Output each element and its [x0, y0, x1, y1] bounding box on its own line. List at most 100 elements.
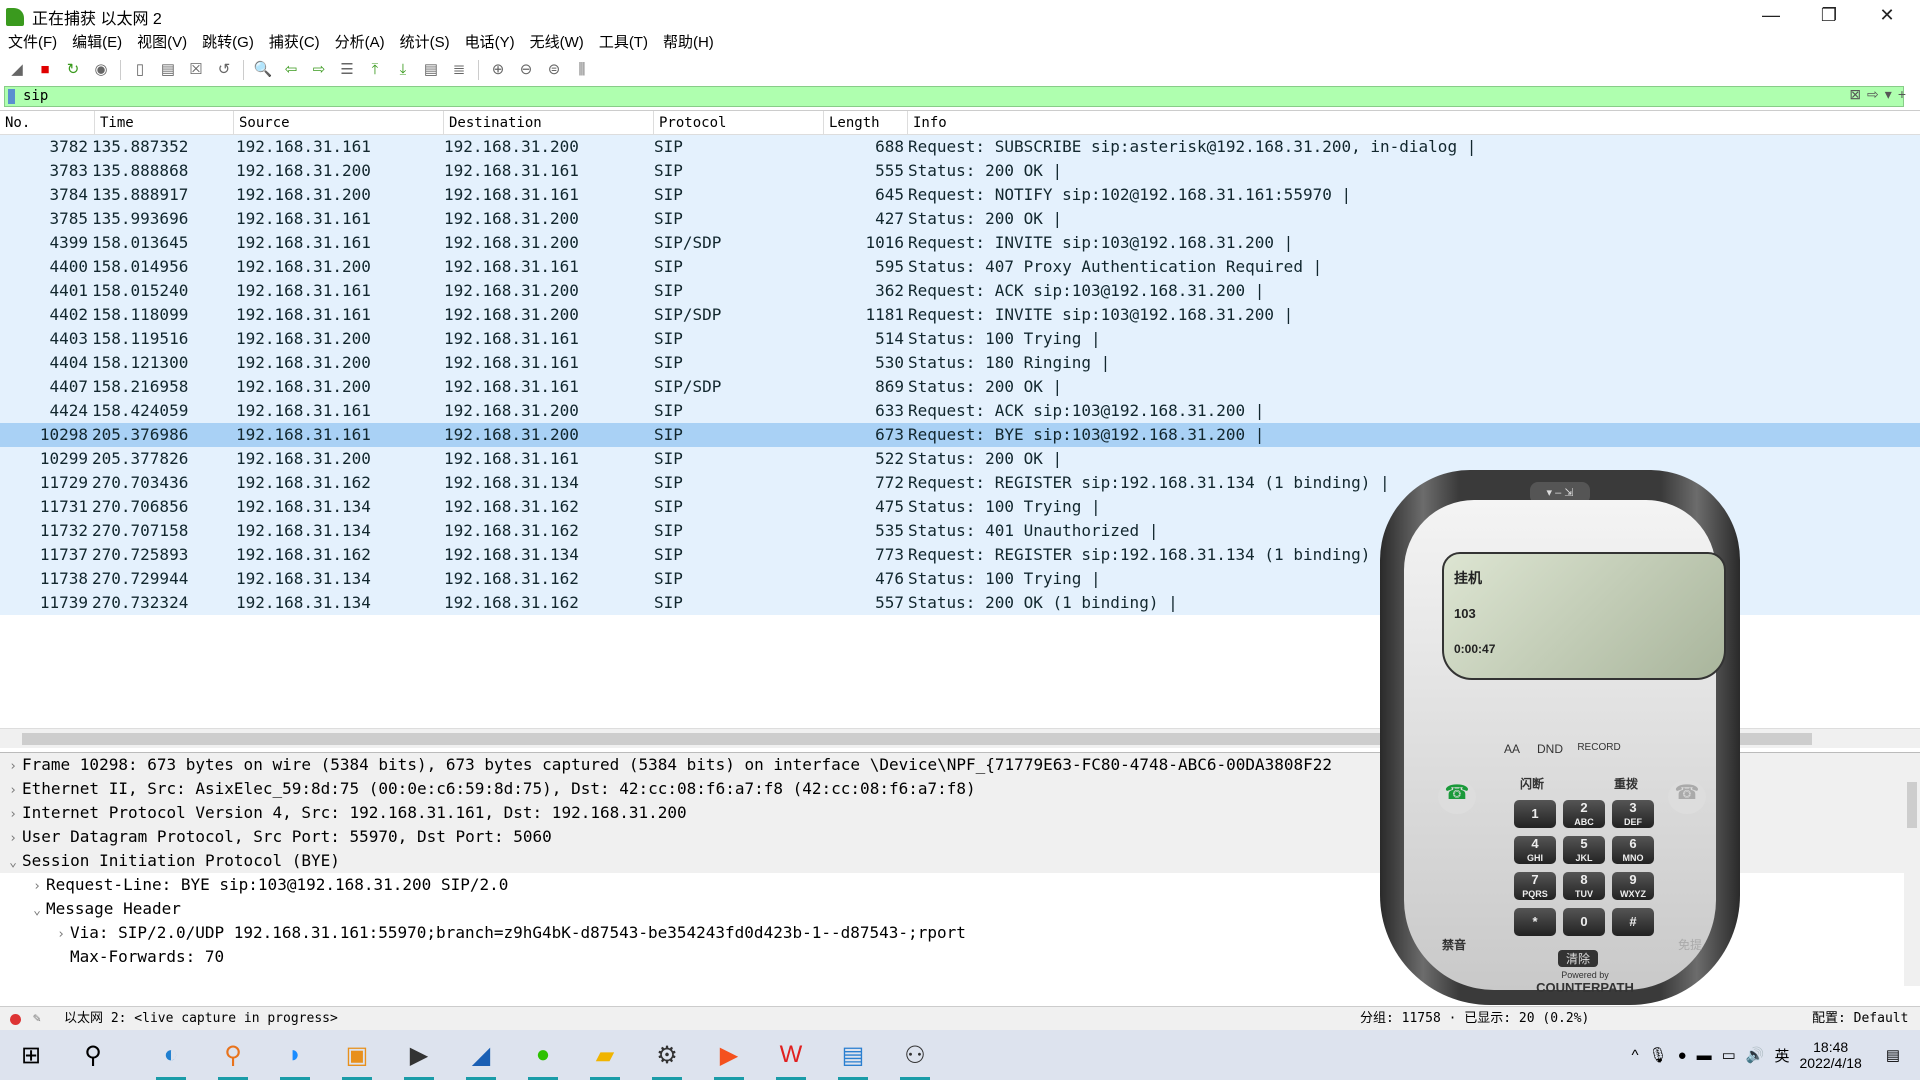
packet-row[interactable]: 4400 158.014956 192.168.31.200 192.168.31.1… [0, 255, 1920, 279]
bookmark-icon[interactable] [8, 89, 15, 104]
dial-key[interactable]: 3 DEF [1612, 800, 1654, 828]
auto-answer-button[interactable]: AA [1498, 742, 1526, 756]
volume-icon[interactable]: 🔊 [1746, 1046, 1765, 1064]
menu-item[interactable]: 电话(Y) [457, 32, 522, 54]
hangup-button[interactable]: ☎ [1668, 780, 1706, 814]
mute-button[interactable]: 禁音 [1434, 936, 1474, 953]
menu-item[interactable]: 文件(F) [0, 32, 64, 54]
packet-row[interactable]: 10298 205.376986 192.168.31.161 192.168.31.… [0, 423, 1920, 447]
qq-icon[interactable]: ● [1678, 1047, 1687, 1064]
last-packet-icon[interactable]: ⤓ [392, 58, 414, 80]
display-filter-input[interactable]: sip [4, 86, 1904, 107]
explorer-icon[interactable]: ▰ [580, 1030, 630, 1080]
first-packet-icon[interactable]: ⤒ [364, 58, 386, 80]
flash-button[interactable]: 闪断 [1510, 775, 1554, 792]
go-back-icon[interactable]: ⇦ [280, 58, 302, 80]
column-destination[interactable]: Destination [444, 111, 654, 134]
clear-filter-icon[interactable]: ⊠ [1849, 86, 1861, 103]
search-app-icon[interactable]: ⚲ [208, 1030, 258, 1080]
start-icon[interactable]: ⊞ [6, 1030, 56, 1080]
menu-item[interactable]: 分析(A) [327, 32, 392, 54]
ime-indicator[interactable]: 英 [1775, 1045, 1790, 1066]
clear-button[interactable]: 清除 [1558, 950, 1598, 967]
save-file-icon[interactable]: ▤ [157, 58, 179, 80]
autoscroll-icon[interactable]: ▤ [420, 58, 442, 80]
dial-key[interactable]: # [1612, 908, 1654, 936]
microphone-icon[interactable]: 🎙 [1649, 1046, 1668, 1064]
packet-row[interactable]: 4402 158.118099 192.168.31.161 192.168.31.2… [0, 303, 1920, 327]
dial-key[interactable]: 6 MNO [1612, 836, 1654, 864]
chevron-right-icon[interactable]: › [28, 875, 46, 899]
menu-item[interactable]: 帮助(H) [655, 32, 721, 54]
restart-capture-icon[interactable]: ↻ [62, 58, 84, 80]
menu-item[interactable]: 工具(T) [591, 32, 655, 54]
close-file-icon[interactable]: ☒ [185, 58, 207, 80]
packet-row[interactable]: 3785 135.993696 192.168.31.161 192.168.31.2… [0, 207, 1920, 231]
restore-button[interactable]: ❐ [1800, 0, 1858, 34]
dnd-button[interactable]: DND [1534, 742, 1566, 756]
notifications-icon[interactable]: ▤ [1886, 1046, 1900, 1064]
packet-row[interactable]: 4424 158.424059 192.168.31.161 192.168.31.2… [0, 399, 1920, 423]
packet-row[interactable]: 3784 135.888917 192.168.31.200 192.168.31.1… [0, 183, 1920, 207]
column-length[interactable]: Length [824, 111, 908, 134]
speaker-button[interactable]: 免提 [1670, 936, 1710, 953]
dial-key[interactable]: 4 GHI [1514, 836, 1556, 864]
packet-row[interactable]: 4407 158.216958 192.168.31.200 192.168.31.1… [0, 375, 1920, 399]
edge-icon[interactable]: ◐ [146, 1030, 196, 1080]
packet-row[interactable]: 10299 205.377826 192.168.31.200 192.168.31.… [0, 447, 1920, 471]
profile-status[interactable]: 配置: Default [1812, 1007, 1908, 1031]
app-icon[interactable]: ▶ [704, 1030, 754, 1080]
record-button[interactable]: RECORD [1572, 742, 1626, 753]
packet-row[interactable]: 4403 158.119516 192.168.31.200 192.168.31.1… [0, 327, 1920, 351]
menu-item[interactable]: 编辑(E) [64, 32, 129, 54]
terminal-icon[interactable]: ▶ [394, 1030, 444, 1080]
dial-key[interactable]: 5 JKL [1563, 836, 1605, 864]
dial-key[interactable]: 9 WXYZ [1612, 872, 1654, 900]
column-time[interactable]: Time [95, 111, 234, 134]
tray-chevron-icon[interactable]: ^ [1631, 1047, 1638, 1064]
packet-row[interactable]: 3782 135.887352 192.168.31.161 192.168.31.2… [0, 135, 1920, 159]
packet-row[interactable]: 4401 158.015240 192.168.31.161 192.168.31.2… [0, 279, 1920, 303]
start-capture-icon[interactable]: ◢ [6, 58, 28, 80]
capture-status-icon[interactable] [10, 1014, 21, 1025]
dial-key[interactable]: 1 [1514, 800, 1556, 828]
filter-dropdown-icon[interactable]: ▾ [1885, 86, 1892, 103]
redial-button[interactable]: 重拨 [1604, 775, 1648, 792]
settings-icon[interactable]: ⚙ [642, 1030, 692, 1080]
column-no[interactable]: No. [0, 111, 95, 134]
dial-key[interactable]: 0 [1563, 908, 1605, 936]
dial-key[interactable]: 7 PQRS [1514, 872, 1556, 900]
dial-key[interactable]: 8 TUV [1563, 872, 1605, 900]
open-file-icon[interactable]: ▯ [129, 58, 151, 80]
phone-app-icon[interactable]: ⚇ [890, 1030, 940, 1080]
chevron-down-icon[interactable]: ⌄ [28, 899, 46, 923]
stop-capture-icon[interactable]: ■ [34, 58, 56, 80]
chevron-down-icon[interactable]: ⌄ [4, 851, 22, 875]
resize-columns-icon[interactable]: ⫼ [571, 58, 593, 80]
zoom-normal-icon[interactable]: ⊜ [543, 58, 565, 80]
wireshark-icon[interactable]: ◢ [456, 1030, 506, 1080]
details-vertical-scrollbar[interactable] [1904, 760, 1920, 986]
zoom-in-icon[interactable]: ⊕ [487, 58, 509, 80]
menu-item[interactable]: 跳转(G) [194, 32, 261, 54]
call-button[interactable]: ☎ [1438, 780, 1476, 814]
column-protocol[interactable]: Protocol [654, 111, 824, 134]
add-filter-button[interactable]: + [1898, 86, 1906, 103]
chevron-right-icon[interactable]: › [52, 923, 70, 947]
chevron-right-icon[interactable]: › [4, 827, 22, 851]
network-icon[interactable]: ▭ [1722, 1046, 1736, 1064]
packet-row[interactable]: 3783 135.888868 192.168.31.200 192.168.31.1… [0, 159, 1920, 183]
menu-item[interactable]: 统计(S) [392, 32, 457, 54]
scrollbar-thumb[interactable] [1907, 782, 1917, 828]
minimize-button[interactable]: — [1742, 0, 1800, 34]
menu-item[interactable]: 无线(W) [522, 32, 591, 54]
search-icon[interactable]: ⚲ [68, 1030, 118, 1080]
edit-comment-icon[interactable]: ✎ [33, 1007, 41, 1031]
capture-options-icon[interactable]: ◉ [90, 58, 112, 80]
clock[interactable]: 18:48 2022/4/18 [1800, 1039, 1862, 1071]
column-source[interactable]: Source [234, 111, 444, 134]
chevron-right-icon[interactable]: › [4, 803, 22, 827]
chevron-right-icon[interactable]: › [4, 755, 22, 779]
wps-icon[interactable]: W [766, 1030, 816, 1080]
apply-filter-icon[interactable]: ⇨ [1867, 86, 1879, 103]
